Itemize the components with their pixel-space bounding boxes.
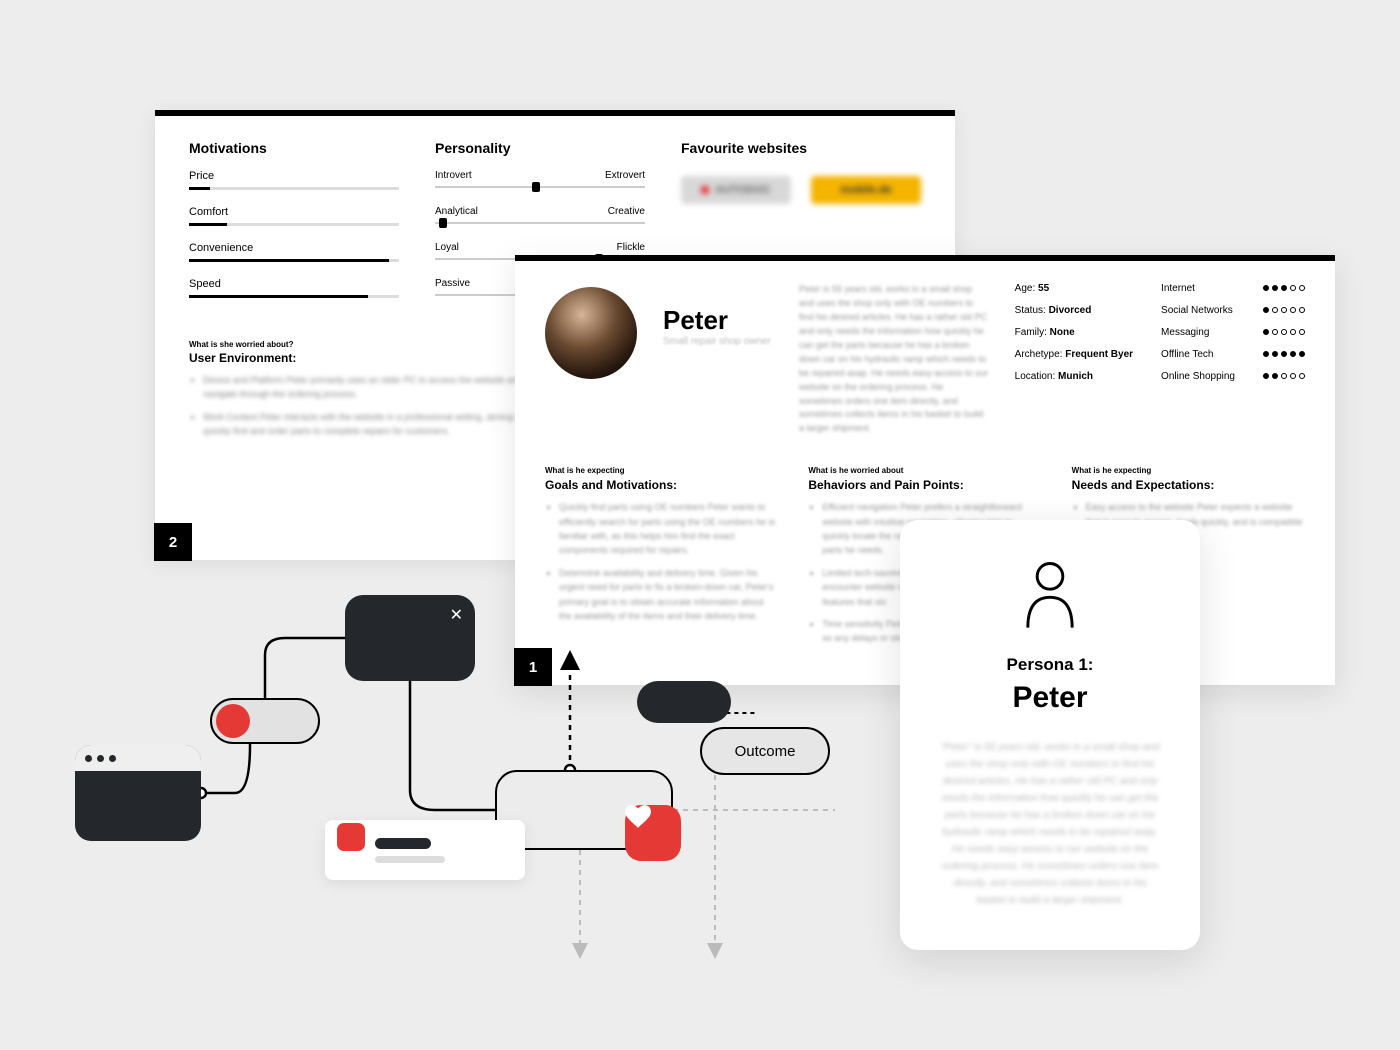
- persona-bio: Peter is 55 years old, works in a small …: [799, 283, 989, 436]
- fact-row: Archetype: Frequent Byer: [1015, 349, 1133, 362]
- tech-label: Social Networks: [1161, 305, 1235, 318]
- blurred-text: Device and Platform Peter primarily uses…: [189, 373, 537, 439]
- persona-name: Peter: [663, 305, 773, 336]
- flow-pill-node: [637, 681, 731, 723]
- tech-label: Messaging: [1161, 327, 1235, 340]
- rating-dots: [1263, 349, 1305, 362]
- flow-window-node: [75, 745, 201, 841]
- persona-card-name: Peter: [938, 681, 1162, 715]
- rating-dots: [1263, 283, 1305, 296]
- card-number-badge: 2: [154, 523, 192, 561]
- persona-avatar: [545, 287, 637, 379]
- persona-facts: Age: 55 Status: Divorced Family: None Arche…: [1015, 283, 1305, 393]
- motivation-item: Speed: [189, 278, 399, 298]
- tech-label: Internet: [1161, 283, 1235, 296]
- section-tag: What is he expecting: [1072, 466, 1305, 475]
- person-icon: [1020, 560, 1080, 630]
- motivation-item: Price: [189, 170, 399, 190]
- flow-toggle-node: [210, 698, 320, 744]
- persona-card-label: Persona 1:: [938, 655, 1162, 675]
- motivations-title: Motivations: [189, 140, 399, 156]
- flow-dark-node: ✕: [345, 595, 475, 681]
- section-title: Goals and Motivations:: [545, 478, 778, 492]
- fav-logo: AUTODOC: [681, 176, 791, 204]
- fact-row: Family: None: [1015, 327, 1133, 340]
- tech-label: Online Shopping: [1161, 371, 1235, 384]
- flow-diagram: ✕ Outcome: [75, 595, 855, 1015]
- section-title: Behaviors and Pain Points:: [808, 478, 1041, 492]
- fact-row: Age: 55: [1015, 283, 1133, 296]
- motivation-label: Comfort: [189, 206, 399, 218]
- rating-dots: [1263, 371, 1305, 384]
- flow-heart-badge: [625, 805, 681, 861]
- section-title: Needs and Expectations:: [1072, 478, 1305, 492]
- persona-card-body: "Peter" is 55 years old, works in a smal…: [938, 739, 1162, 909]
- heart-icon: [625, 805, 651, 829]
- rating-dots: [1263, 327, 1305, 340]
- section-title: User Environment:: [189, 351, 537, 365]
- personality-row: AnalyticalCreative: [435, 206, 645, 224]
- motivation-item: Comfort: [189, 206, 399, 226]
- favourites-title: Favourite websites: [681, 140, 921, 156]
- fact-row: Status: Divorced: [1015, 305, 1133, 318]
- tech-label: Offline Tech: [1161, 349, 1235, 362]
- personality-title: Personality: [435, 140, 645, 156]
- motivation-label: Speed: [189, 278, 399, 290]
- section-tag: What is he expecting: [545, 466, 778, 475]
- rating-dots: [1263, 305, 1305, 318]
- persona-subtitle: Small repair shop owner: [663, 336, 773, 347]
- flow-outcome-node: Outcome: [700, 727, 830, 775]
- fact-row: Location: Munich: [1015, 371, 1133, 384]
- section-tag: What is he worried about: [808, 466, 1041, 475]
- star-icon: [337, 823, 365, 851]
- close-icon: ✕: [450, 605, 463, 625]
- personality-row: IntrovertExtrovert: [435, 170, 645, 188]
- persona-summary-card: Persona 1: Peter "Peter" is 55 years old…: [900, 520, 1200, 950]
- motivation-label: Price: [189, 170, 399, 182]
- motivation-label: Convenience: [189, 242, 399, 254]
- section-tag: What is she worried about?: [189, 340, 537, 349]
- motivation-item: Convenience: [189, 242, 399, 262]
- flow-card-node: [325, 820, 525, 880]
- fav-logo: mobile.de: [811, 176, 921, 204]
